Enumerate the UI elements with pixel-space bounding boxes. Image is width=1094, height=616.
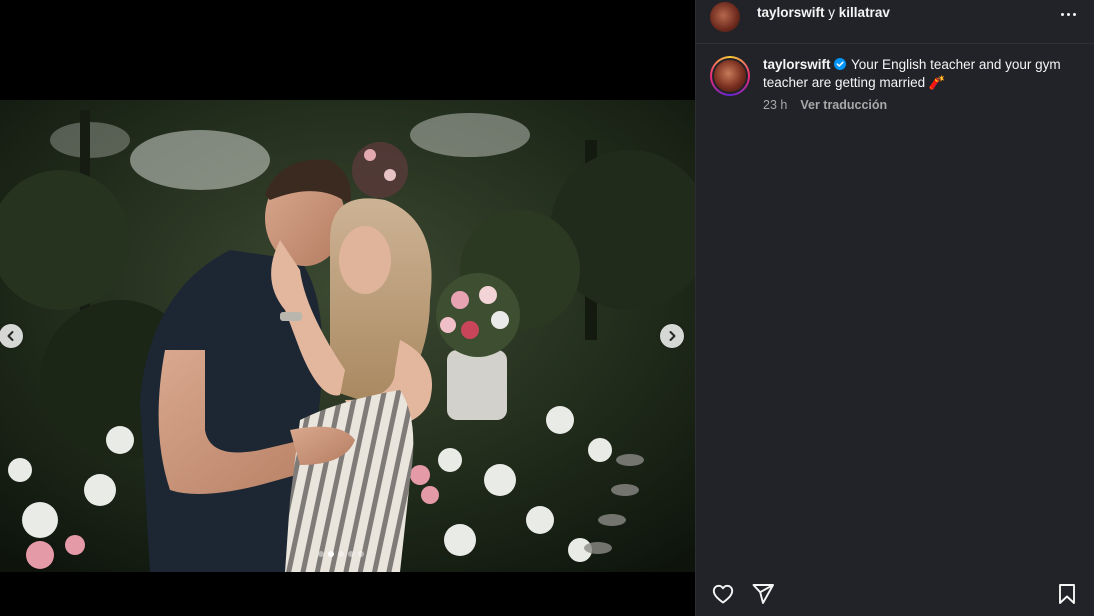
send-icon bbox=[752, 584, 774, 604]
chevron-right-icon bbox=[669, 331, 676, 341]
more-options-button[interactable] bbox=[1054, 2, 1082, 26]
verified-badge-icon bbox=[833, 58, 846, 70]
heart-icon bbox=[712, 584, 734, 604]
firecracker-emoji: 🧨 bbox=[928, 75, 946, 90]
action-bar bbox=[696, 572, 1094, 616]
share-button[interactable] bbox=[750, 581, 776, 607]
carousel-dot bbox=[318, 551, 324, 557]
post-authors: taylorswift y killatrav bbox=[757, 5, 890, 20]
post-photo[interactable] bbox=[0, 100, 695, 572]
author-separator: y bbox=[828, 5, 836, 20]
see-translation-button[interactable]: Ver traducción bbox=[800, 98, 887, 112]
avatar[interactable] bbox=[710, 1, 740, 32]
carousel-next-button[interactable] bbox=[660, 324, 684, 348]
more-horizontal-icon bbox=[1060, 12, 1064, 16]
author-username-link[interactable]: taylorswift bbox=[757, 5, 825, 20]
post-timestamp[interactable]: 23 h bbox=[763, 98, 787, 112]
carousel-indicator bbox=[318, 551, 364, 557]
post-header: taylorswift y killatrav bbox=[696, 0, 1094, 44]
carousel-prev-button[interactable] bbox=[0, 324, 23, 348]
caption-username-link[interactable]: taylorswift bbox=[763, 57, 831, 72]
post-dialog: taylorswift y killatrav taylorswift Your… bbox=[0, 0, 1094, 616]
collaborator-username-link[interactable]: killatrav bbox=[839, 5, 890, 20]
carousel-dot bbox=[348, 551, 354, 557]
bookmark-icon bbox=[1059, 584, 1075, 604]
caption-text-block: taylorswift Your English teacher and you… bbox=[763, 56, 1080, 92]
carousel-dot bbox=[328, 551, 334, 557]
carousel-dot bbox=[358, 551, 364, 557]
caption-row: taylorswift Your English teacher and you… bbox=[696, 44, 1094, 112]
media-viewer bbox=[0, 0, 695, 616]
like-button[interactable] bbox=[710, 581, 736, 607]
post-side-panel: taylorswift y killatrav taylorswift Your… bbox=[695, 0, 1094, 616]
save-button[interactable] bbox=[1054, 581, 1080, 607]
story-avatar[interactable] bbox=[710, 56, 750, 96]
carousel-dot bbox=[338, 551, 344, 557]
chevron-left-icon bbox=[7, 331, 14, 341]
caption-meta: 23 h Ver traducción bbox=[763, 98, 1080, 112]
